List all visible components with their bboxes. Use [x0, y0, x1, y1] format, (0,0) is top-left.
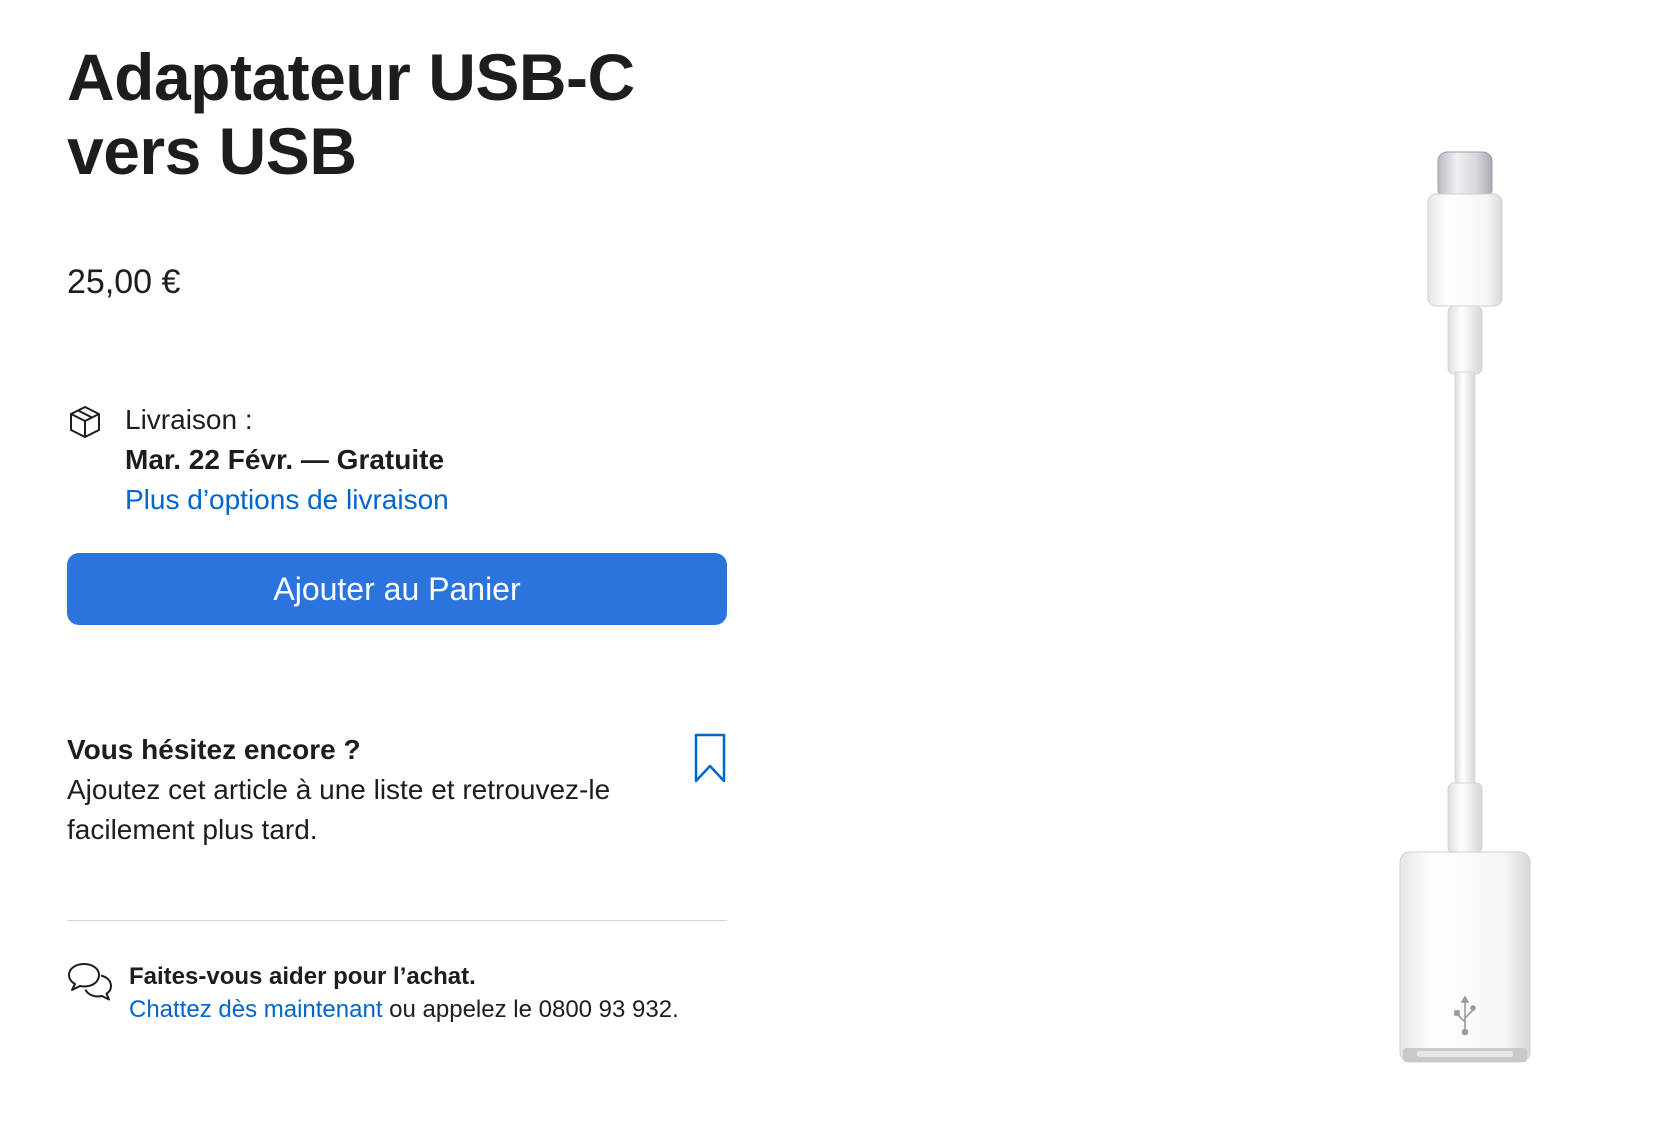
save-for-later-title: Vous hésitez encore ? [67, 734, 361, 765]
delivery-text: Livraison : Mar. 22 Févr. — Gratuite Plu… [125, 400, 449, 520]
product-image-usb-c-adapter [1399, 151, 1531, 1063]
product-purchase-panel: Adaptateur USB‑C vers USB 25,00 € Livrai… [67, 40, 727, 1023]
box-icon [70, 406, 100, 438]
delivery-label: Livraison : [125, 404, 253, 435]
delivery-date: Mar. 22 Févr. — Gratuite [125, 444, 445, 475]
help-text: Faites-vous aider pour l’achat. Chattez … [129, 960, 679, 1026]
section-divider [67, 920, 727, 921]
product-price: 25,00 € [67, 263, 181, 301]
more-delivery-options-link[interactable]: Plus d’options de livraison [125, 480, 449, 520]
chat-now-link[interactable]: Chattez dès maintenant [129, 996, 383, 1023]
product-title: Adaptateur USB‑C vers USB [67, 40, 635, 188]
add-to-cart-button[interactable]: Ajouter au Panier [67, 553, 727, 625]
bookmark-icon[interactable] [693, 732, 727, 784]
help-title: Faites-vous aider pour l’achat. [129, 963, 476, 990]
chat-bubbles-icon [68, 963, 112, 1001]
save-for-later-text: Ajoutez cet article à une liste et retro… [67, 774, 611, 845]
call-number-text: ou appelez le 0800 93 932. [382, 996, 679, 1023]
save-for-later-section: Vous hésitez encore ? Ajoutez cet articl… [67, 730, 727, 850]
